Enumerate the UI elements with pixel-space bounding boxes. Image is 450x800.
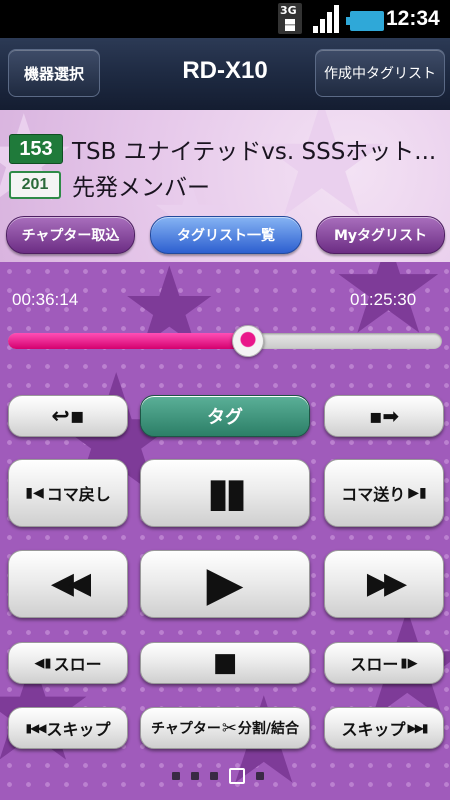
return-arrow-icon: ↩▪ (51, 403, 85, 429)
taglist-in-progress-button[interactable]: 作成中タグリスト (315, 49, 445, 97)
network-type-label: 3G (280, 4, 297, 17)
play-icon: ▶ (206, 556, 244, 612)
rewind-button[interactable]: ◀◀ (8, 550, 128, 618)
pause-icon: ▮▮ (206, 470, 247, 516)
tag-button[interactable]: タグ (140, 395, 310, 437)
page-indicator (172, 768, 264, 784)
rewind-icon: ◀◀ (50, 566, 91, 601)
frame-back-label: コマ戻し (46, 485, 111, 504)
app-header: 機器選択 RD-X10 作成中タグリスト (0, 38, 450, 110)
seek-bar-thumb[interactable] (231, 325, 264, 357)
tab-chapter-import[interactable]: チャプター取込 (6, 216, 135, 254)
fast-forward-icon: ▶▶ (366, 566, 407, 601)
slow-forward-icon: ▮▶ (400, 655, 418, 671)
play-button[interactable]: ▶ (140, 550, 310, 618)
slow-back-icon: ◀▮ (34, 655, 52, 671)
program-info-panel: ★ ★ ★ 153 TSB ユナイテッドvs. SSSホット... 201 先発… (0, 110, 450, 262)
forward-button[interactable]: ▪➡ (324, 395, 444, 437)
slow-forward-label: スロー (350, 655, 399, 674)
stop-button[interactable]: ■ (140, 642, 310, 684)
skip-forward-label: スキップ (341, 720, 406, 739)
page-dot-active[interactable] (229, 768, 245, 784)
tab-taglist-overview[interactable]: タグリスト一覧 (150, 216, 302, 254)
seek-bar[interactable] (8, 333, 442, 349)
program-subtitle: 先発メンバー (72, 175, 210, 201)
network-3g-icon: 3G (278, 3, 302, 34)
skip-back-icon: ▮◀◀ (25, 721, 46, 735)
page-dot[interactable] (172, 772, 180, 780)
arrow-right-icon: ▪➡ (368, 404, 400, 428)
clock: 12:34 (386, 7, 440, 30)
status-bar: 3G 12:34 (0, 0, 450, 38)
slow-forward-button[interactable]: スロー ▮▶ (324, 642, 444, 684)
chapter-split-suffix: 分割/結合 (237, 721, 300, 737)
skip-forward-button[interactable]: スキップ ▶▶▮ (324, 707, 444, 749)
battery-icon (346, 11, 384, 31)
skip-forward-icon: ▶▶▮ (407, 721, 428, 735)
frame-back-button[interactable]: ▮◀ コマ戻し (8, 459, 128, 527)
seek-bar-fill (8, 333, 247, 349)
background-star-icon: ★ (0, 110, 78, 229)
frame-forward-label: コマ送り (341, 485, 406, 504)
fast-forward-button[interactable]: ▶▶ (324, 550, 444, 618)
stop-icon: ■ (212, 648, 238, 678)
skip-back-button[interactable]: ▮◀◀ スキップ (8, 707, 128, 749)
channel-badge-main: 153 (9, 134, 63, 164)
pause-button[interactable]: ▮▮ (140, 459, 310, 527)
chapter-split-merge-button[interactable]: チャプター ✂ 分割/結合 (140, 707, 310, 749)
page-dot[interactable] (256, 772, 264, 780)
frame-forward-button[interactable]: コマ送り ▶▮ (324, 459, 444, 527)
tag-button-label: タグ (207, 407, 243, 428)
frame-back-icon: ▮◀ (25, 485, 44, 501)
device-title: RD-X10 (182, 57, 268, 84)
page-dot[interactable] (210, 772, 218, 780)
page-dot[interactable] (191, 772, 199, 780)
back-button[interactable]: ↩▪ (8, 395, 128, 437)
signal-strength-icon (313, 5, 341, 33)
total-time: 01:25:30 (350, 290, 417, 309)
program-title: TSB ユナイテッドvs. SSSホット... (72, 139, 437, 165)
tab-my-taglist[interactable]: Myタグリスト (316, 216, 445, 254)
slow-back-button[interactable]: ◀▮ スロー (8, 642, 128, 684)
channel-badge-sub: 201 (9, 171, 61, 199)
playback-control-area: ★ ★ ★ ★ ★ ★ 00:36:14 01:25:30 ↩▪ タグ ▪➡ ▮… (0, 262, 450, 800)
chapter-split-label: チャプター (150, 721, 221, 737)
scissors-icon: ✂ (221, 717, 237, 739)
slow-back-label: スロー (53, 655, 102, 674)
device-select-button[interactable]: 機器選択 (8, 49, 100, 97)
frame-forward-icon: ▶▮ (408, 485, 427, 501)
elapsed-time: 00:36:14 (12, 290, 79, 309)
skip-back-label: スキップ (46, 720, 111, 739)
